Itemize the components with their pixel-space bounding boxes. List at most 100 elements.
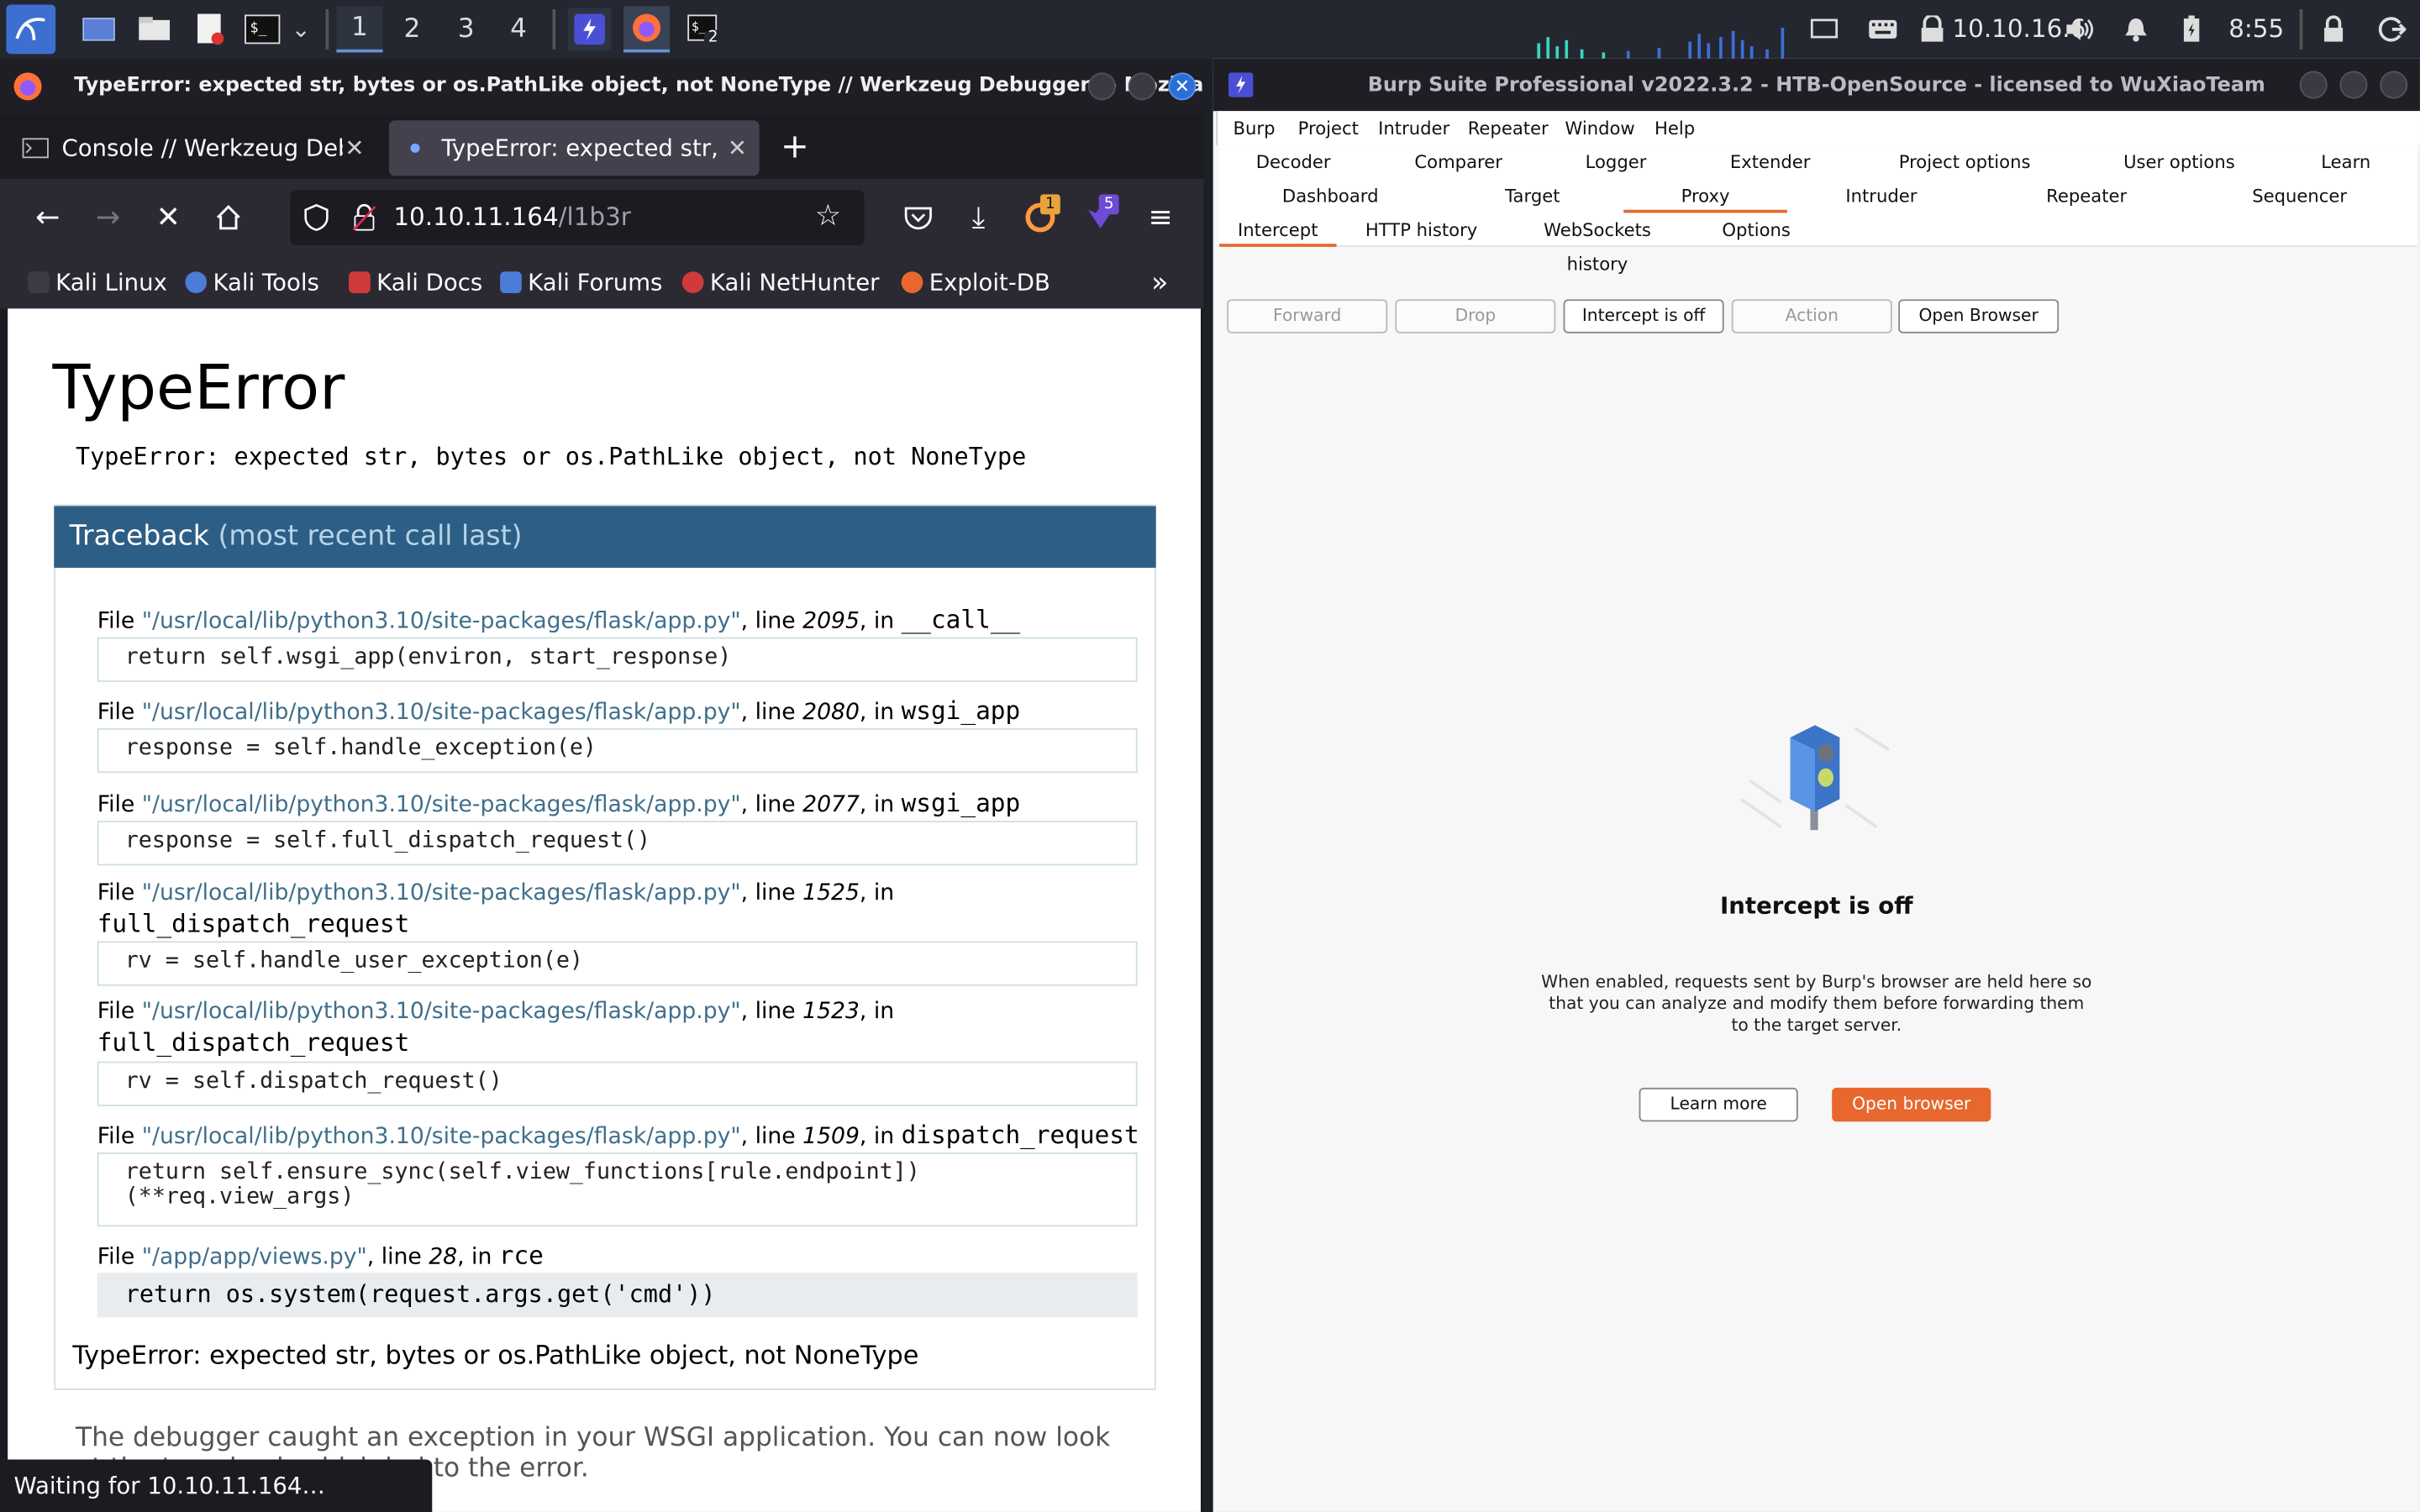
maximize-button[interactable] (1128, 72, 1156, 101)
lock-screen-icon[interactable] (2315, 11, 2352, 48)
pocket-icon[interactable] (898, 197, 939, 238)
frame-file-line: File "/usr/local/lib/python3.10/site-pac… (97, 696, 1021, 726)
open-browser-button[interactable]: Open Browser (1898, 299, 2060, 333)
text-editor-icon[interactable] (192, 11, 229, 48)
bookmark-star-icon[interactable]: ☆ (815, 199, 841, 233)
menu-intruder[interactable]: Intruder (1378, 111, 1449, 144)
frame-code[interactable]: return self.ensure_sync(self.view_functi… (97, 1152, 1138, 1227)
tab-sequencer[interactable]: Sequencer (2223, 179, 2377, 213)
bookmark-exploit-db[interactable]: Exploit-DB (901, 256, 1050, 308)
tab-dashboard[interactable]: Dashboard (1253, 179, 1407, 213)
svg-text:$_: $_ (692, 20, 707, 34)
back-button[interactable]: ← (28, 197, 68, 238)
menu-repeater[interactable]: Repeater (1468, 111, 1549, 144)
stop-button[interactable]: ✕ (148, 197, 188, 238)
keyboard-icon[interactable] (1865, 11, 1902, 48)
chevron-down-icon[interactable]: ⌄ (287, 11, 315, 48)
close-tab-icon[interactable]: ✕ (728, 134, 747, 162)
tab-decoder[interactable]: Decoder (1219, 145, 1367, 179)
intercept-description: When enabled, requests sent by Burp's br… (1213, 972, 2420, 1037)
terminal-icon[interactable]: $_ (244, 11, 281, 48)
close-window-button[interactable] (2380, 71, 2408, 99)
firefox-window: TypeError: expected str, bytes or os.Pat… (0, 58, 1290, 1512)
url-bar[interactable]: 10.10.11.164/l1b3r ☆ (290, 189, 865, 246)
kali-menu-icon[interactable] (6, 4, 56, 55)
frame-code-highlighted[interactable]: return os.system(request.args.get('cmd')… (97, 1273, 1138, 1318)
bookmark-kali-nethunter[interactable]: Kali NetHunter (681, 256, 880, 308)
hamburger-menu-icon[interactable]: ≡ (1140, 197, 1181, 238)
workspace-3[interactable]: 3 (443, 6, 489, 52)
close-tab-icon[interactable]: ✕ (345, 134, 364, 162)
forward-button[interactable]: Forward (1227, 299, 1388, 333)
minimize-button[interactable] (2299, 71, 2328, 99)
bookmark-kali-tools[interactable]: Kali Tools (185, 256, 319, 308)
subtab-http-history[interactable]: HTTP history (1352, 213, 1491, 246)
more-bookmarks-icon[interactable]: » (1151, 256, 1168, 308)
desc-line: that you can analyze and modify them bef… (1549, 993, 2085, 1014)
tab-project-options[interactable]: Project options (1865, 145, 2065, 179)
tab-target[interactable]: Target (1463, 179, 1602, 213)
frame-file-line: File "/usr/local/lib/python3.10/site-pac… (97, 1000, 895, 1025)
shield-icon[interactable] (304, 203, 329, 231)
frame-code[interactable]: rv = self.dispatch_request() (97, 1061, 1138, 1106)
learn-more-button[interactable]: Learn more (1639, 1087, 1798, 1122)
tab-repeater[interactable]: Repeater (2009, 179, 2164, 213)
bookmark-kali-linux[interactable]: Kali Linux (28, 256, 167, 308)
tab-logger[interactable]: Logger (1546, 145, 1685, 179)
menu-window[interactable]: Window (1565, 111, 1634, 144)
kali-tools-icon (185, 271, 208, 293)
url-host: 10.10.11.164 (393, 202, 559, 232)
tab-console[interactable]: Console // Werkzeug Debu ✕ (6, 120, 376, 176)
intercept-toggle-button[interactable]: Intercept is off (1563, 299, 1724, 333)
frame-code[interactable]: rv = self.handle_user_exception(e) (97, 941, 1138, 986)
workspace-4[interactable]: 4 (496, 6, 542, 52)
subtab-websockets-history[interactable]: WebSockets history (1512, 213, 1682, 275)
open-browser-cta-button[interactable]: Open browser (1832, 1087, 1991, 1122)
tab-intruder[interactable]: Intruder (1812, 179, 1950, 213)
frame-func: full_dispatch_request (97, 908, 410, 938)
frame-code[interactable]: response = self.handle_exception(e) (97, 727, 1138, 774)
volume-icon[interactable] (2062, 11, 2099, 48)
tab-extender[interactable]: Extender (1701, 145, 1839, 179)
window-gap (1203, 58, 1213, 1512)
bookmark-kali-docs[interactable]: Kali Docs (349, 256, 482, 308)
workspace-2[interactable]: 2 (389, 6, 435, 52)
notification-bell-icon[interactable] (2118, 11, 2154, 48)
frame-code[interactable]: response = self.full_dispatch_request() (97, 821, 1138, 866)
tab-typeerror[interactable]: TypeError: expected str, b ✕ (388, 120, 760, 176)
downloads-icon[interactable]: ⤓ (959, 197, 999, 238)
menu-burp[interactable]: Burp (1234, 111, 1276, 144)
burp-taskbar-icon[interactable] (567, 8, 612, 51)
tab-learn[interactable]: Learn (2315, 145, 2376, 179)
vpn-icon (1914, 11, 1951, 48)
maximize-button[interactable] (2339, 71, 2368, 99)
subtab-options[interactable]: Options (1707, 213, 1806, 246)
traceback-header: Traceback (most recent call last) (54, 506, 1156, 568)
close-window-button[interactable]: ✕ (1168, 72, 1197, 101)
loading-dot-icon (410, 143, 420, 153)
workspace-1[interactable]: 1 (336, 6, 383, 53)
file-manager-icon[interactable] (136, 11, 173, 48)
home-button[interactable] (208, 197, 249, 238)
tab-proxy[interactable]: Proxy (1623, 179, 1787, 213)
insecure-lock-icon[interactable] (352, 203, 376, 231)
drop-button[interactable]: Drop (1395, 299, 1556, 333)
tab-label: Console // Werkzeug Debu (61, 134, 343, 162)
tab-comparer[interactable]: Comparer (1389, 145, 1528, 179)
menu-help[interactable]: Help (1655, 111, 1695, 144)
kali-forums-icon (500, 271, 522, 293)
new-tab-button[interactable]: + (775, 127, 815, 167)
bookmark-kali-forums[interactable]: Kali Forums (500, 256, 662, 308)
forward-button[interactable]: → (88, 197, 129, 238)
action-button[interactable]: Action (1731, 299, 1892, 333)
desktop-icon[interactable] (81, 11, 118, 48)
logout-icon[interactable] (2374, 11, 2411, 48)
subtab-intercept[interactable]: Intercept (1218, 213, 1337, 247)
menu-project[interactable]: Project (1298, 111, 1359, 144)
minimize-button[interactable] (1087, 72, 1116, 101)
screen-icon[interactable] (1806, 11, 1843, 48)
firefox-taskbar-icon[interactable] (623, 6, 671, 53)
frame-code[interactable]: return self.wsgi_app(environ, start_resp… (97, 637, 1138, 682)
kali-docs-icon (349, 271, 371, 293)
tab-user-options[interactable]: User options (2102, 145, 2257, 179)
